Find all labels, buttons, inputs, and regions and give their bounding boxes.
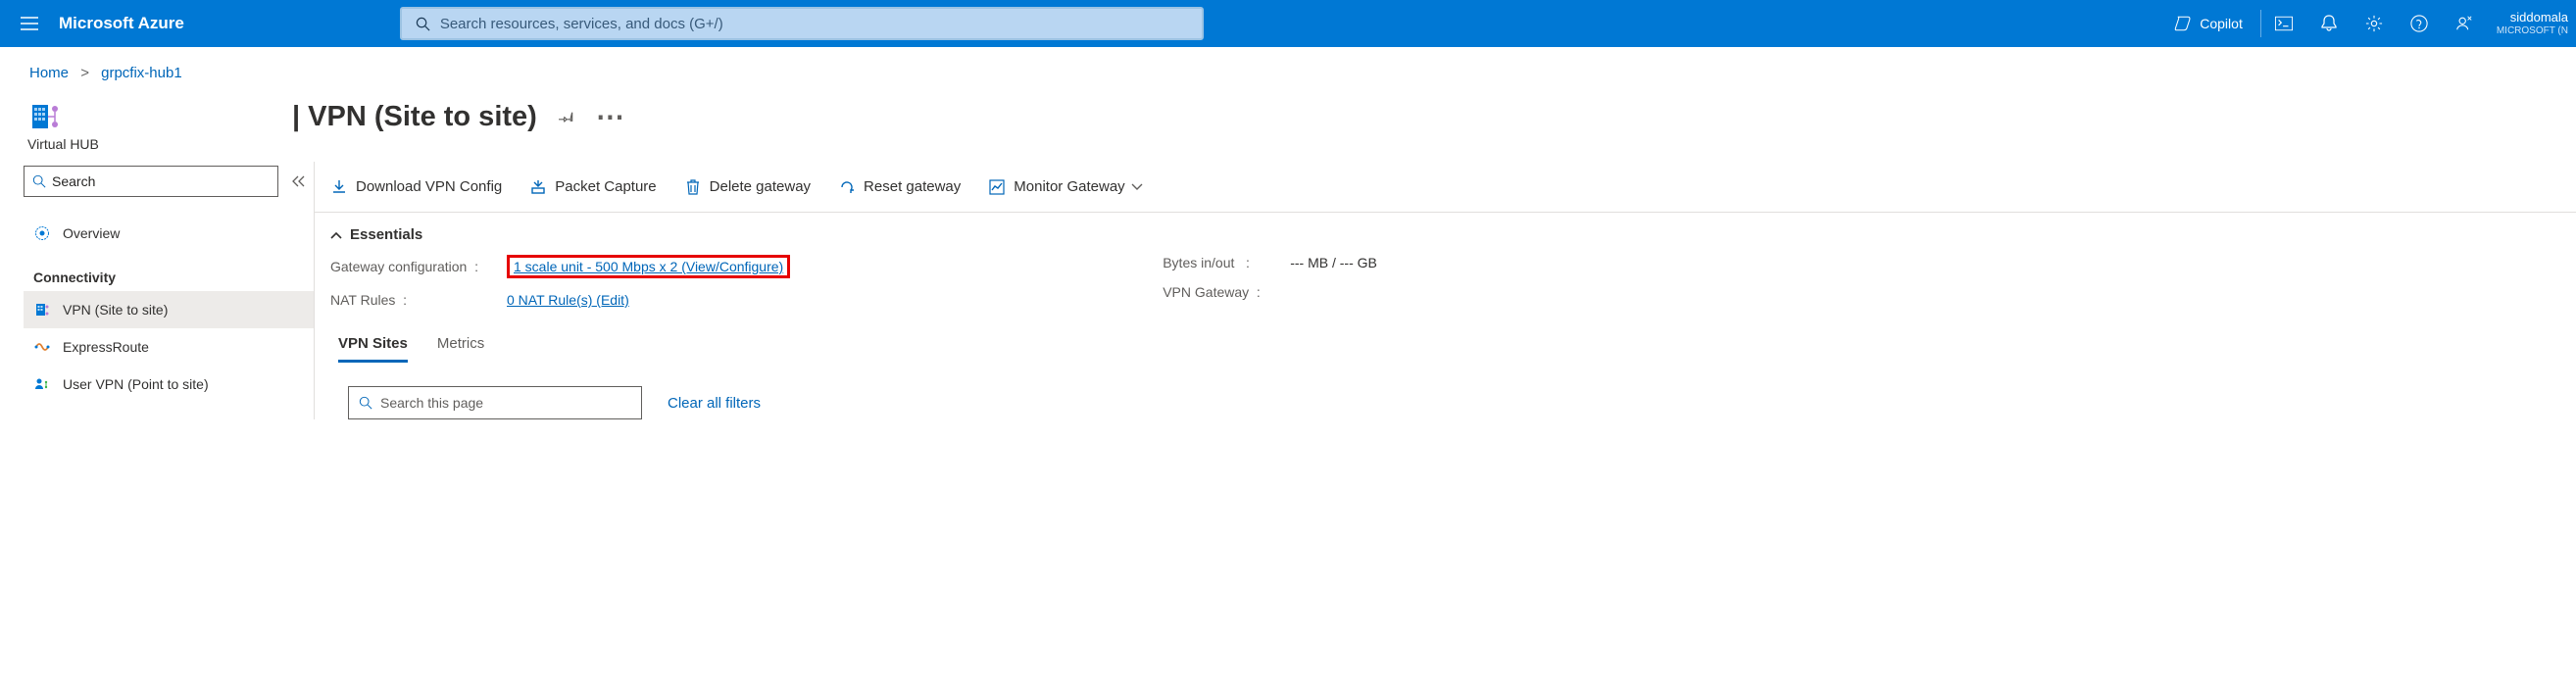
page-search-input[interactable]: Search this page <box>348 386 642 419</box>
tab-vpn-sites[interactable]: VPN Sites <box>338 335 408 363</box>
cmd-label: Packet Capture <box>555 178 656 195</box>
sidebar-item-label: ExpressRoute <box>63 339 149 355</box>
cmd-label: Download VPN Config <box>356 178 502 195</box>
tenant-label: MICROSOFT (N <box>2497 25 2568 36</box>
breadcrumb: Home > grpcfix-hub1 <box>0 47 2576 91</box>
essentials-row-nat-rules: NAT Rules : 0 NAT Rule(s) (Edit) <box>330 292 790 308</box>
global-top-bar: Microsoft Azure Search resources, servic… <box>0 0 2576 47</box>
global-search-placeholder: Search resources, services, and docs (G+… <box>440 16 723 32</box>
delete-gateway-button[interactable]: Delete gateway <box>684 178 811 196</box>
copilot-icon <box>2174 15 2192 32</box>
page-search-placeholder: Search this page <box>380 395 483 411</box>
username-label: siddomala <box>2497 11 2568 24</box>
essentials-row-bytes: Bytes in/out : --- MB / --- GB <box>1163 255 1377 270</box>
cmd-label: Delete gateway <box>710 178 811 195</box>
cloud-shell-button[interactable] <box>2261 0 2306 47</box>
essentials-label: Gateway configuration <box>330 259 467 274</box>
resource-type-label: Virtual HUB <box>27 136 624 152</box>
page-title: | VPN (Site to site) <box>292 101 537 133</box>
chevron-up-icon <box>330 231 342 239</box>
download-icon <box>330 178 348 196</box>
sidebar-item-label: Overview <box>63 225 120 241</box>
tab-metrics[interactable]: Metrics <box>437 335 484 363</box>
download-vpn-config-button[interactable]: Download VPN Config <box>330 178 502 196</box>
sidebar: Search Overview Connectivity VPN (Site t… <box>0 162 314 419</box>
collapse-sidebar-button[interactable] <box>290 174 306 188</box>
breadcrumb-separator: > <box>80 65 89 81</box>
essentials-label: VPN Gateway <box>1163 284 1249 300</box>
sidebar-item-overview[interactable]: Overview <box>24 215 314 252</box>
breadcrumb-current-link[interactable]: grpcfix-hub1 <box>101 65 182 81</box>
essentials-grid: Gateway configuration : 1 scale unit - 5… <box>315 255 2576 308</box>
command-bar: Download VPN Config Packet Capture Delet… <box>315 162 2576 213</box>
packet-capture-icon <box>529 178 547 196</box>
monitor-gateway-button[interactable]: Monitor Gateway <box>988 178 1142 196</box>
bytes-value: --- MB / --- GB <box>1290 255 1377 270</box>
reset-icon <box>838 178 856 196</box>
sidebar-item-vpn-site-to-site[interactable]: VPN (Site to site) <box>24 291 314 328</box>
essentials-label: Bytes in/out <box>1163 255 1234 270</box>
settings-button[interactable] <box>2352 0 2397 47</box>
sidebar-search-placeholder: Search <box>52 173 95 189</box>
essentials-label: NAT Rules <box>330 292 395 308</box>
resource-icon <box>27 97 67 136</box>
main-panel: Download VPN Config Packet Capture Delet… <box>314 162 2576 419</box>
sidebar-search-input[interactable]: Search <box>24 166 278 197</box>
page-title-row: | VPN (Site to site) ⋯ <box>292 100 624 134</box>
account-menu[interactable]: siddomala MICROSOFT (N <box>2487 11 2576 35</box>
chart-icon <box>988 178 1006 196</box>
tabs-row: VPN Sites Metrics <box>315 308 2576 363</box>
sidebar-item-expressroute[interactable]: ExpressRoute <box>24 328 314 366</box>
reset-gateway-button[interactable]: Reset gateway <box>838 178 961 196</box>
nat-rules-link[interactable]: 0 NAT Rule(s) (Edit) <box>507 292 629 308</box>
sidebar-item-label: User VPN (Point to site) <box>63 376 209 392</box>
gateway-configuration-link[interactable]: 1 scale unit - 500 Mbps x 2 (View/Config… <box>507 255 790 278</box>
notifications-button[interactable] <box>2306 0 2352 47</box>
copilot-label: Copilot <box>2200 16 2243 31</box>
search-icon <box>32 174 46 188</box>
copilot-button[interactable]: Copilot <box>2156 15 2260 32</box>
user-vpn-icon <box>33 375 51 393</box>
clear-filters-link[interactable]: Clear all filters <box>668 395 761 412</box>
sidebar-item-user-vpn[interactable]: User VPN (Point to site) <box>24 366 314 403</box>
brand-label[interactable]: Microsoft Azure <box>59 14 184 33</box>
hamburger-menu-button[interactable] <box>10 0 49 47</box>
feedback-button[interactable] <box>2442 0 2487 47</box>
global-search-input[interactable]: Search resources, services, and docs (G+… <box>400 7 1204 40</box>
essentials-label: Essentials <box>350 226 422 243</box>
help-button[interactable] <box>2397 0 2442 47</box>
more-actions-button[interactable]: ⋯ <box>596 100 624 134</box>
essentials-toggle[interactable]: Essentials <box>315 213 2576 255</box>
overview-icon <box>33 224 51 242</box>
pin-button[interactable] <box>559 109 574 124</box>
cmd-label: Monitor Gateway <box>1014 178 1124 195</box>
page-header: | VPN (Site to site) ⋯ Virtual HUB <box>0 91 2576 162</box>
essentials-row-vpn-gateway: VPN Gateway : <box>1163 284 1377 300</box>
chevron-down-icon <box>1131 183 1143 191</box>
search-icon <box>416 17 430 31</box>
essentials-row-gateway-config: Gateway configuration : 1 scale unit - 5… <box>330 255 790 278</box>
filter-row: Search this page Clear all filters <box>315 363 2576 419</box>
search-icon <box>359 396 372 410</box>
sidebar-item-label: VPN (Site to site) <box>63 302 168 318</box>
packet-capture-button[interactable]: Packet Capture <box>529 178 656 196</box>
cmd-label: Reset gateway <box>864 178 961 195</box>
sidebar-section-connectivity: Connectivity <box>24 252 314 291</box>
building-icon <box>33 301 51 318</box>
breadcrumb-home-link[interactable]: Home <box>29 65 69 81</box>
trash-icon <box>684 178 702 196</box>
expressroute-icon <box>33 338 51 356</box>
